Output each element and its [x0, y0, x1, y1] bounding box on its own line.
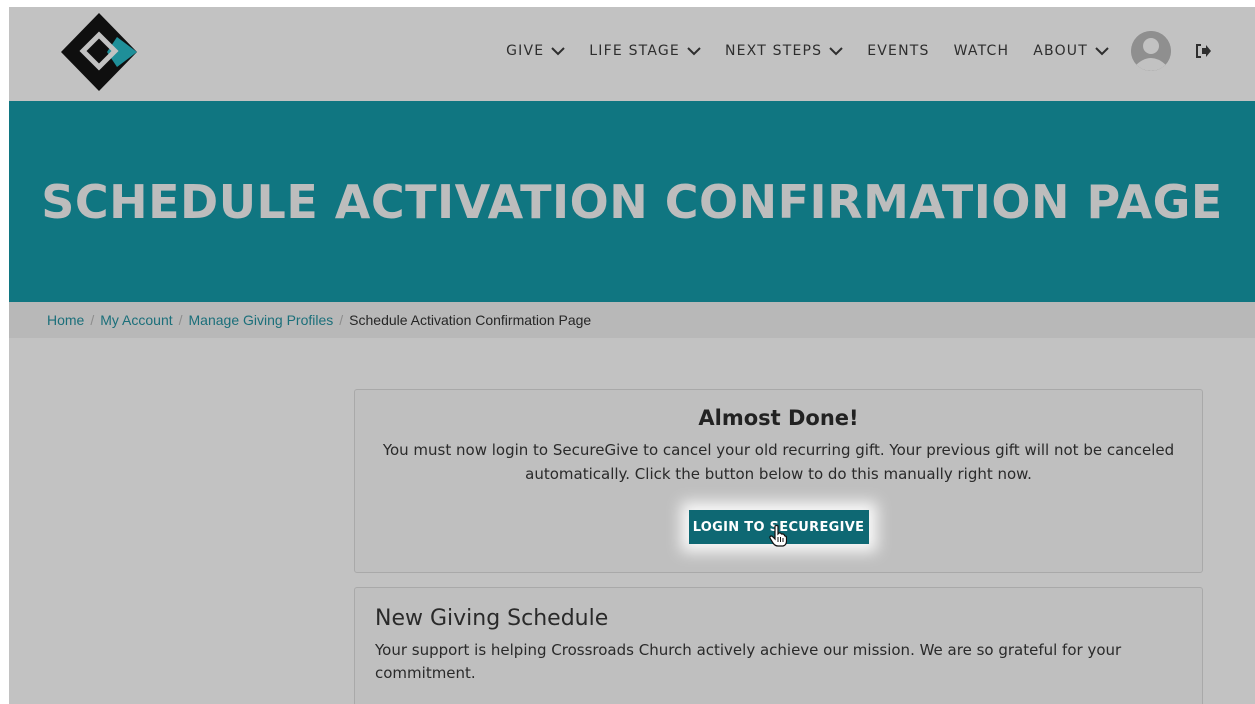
main-nav: GIVE LIFE STAGE NEXT STEPS EVENTS WATCH … — [482, 7, 1211, 95]
hand-pointer-icon — [768, 525, 787, 547]
breadcrumb-current: Schedule Activation Confirmation Page — [349, 312, 592, 328]
login-securegive-button[interactable]: LOGIN TO SECUREGIVE — [688, 510, 869, 547]
nav-life-stage[interactable]: LIFE STAGE — [589, 43, 701, 59]
nav-about[interactable]: ABOUT — [1033, 43, 1109, 59]
page-title: SCHEDULE ACTIVATION CONFIRMATION PAGE — [41, 174, 1223, 229]
hero-banner: SCHEDULE ACTIVATION CONFIRMATION PAGE — [9, 101, 1255, 302]
logo-icon[interactable] — [59, 11, 143, 93]
breadcrumb-separator: / — [339, 312, 344, 328]
chevron-down-icon — [1095, 47, 1109, 56]
chevron-down-icon — [829, 47, 843, 56]
nav-watch[interactable]: WATCH — [954, 43, 1010, 59]
nav-events[interactable]: EVENTS — [867, 43, 929, 59]
breadcrumb-separator: / — [178, 312, 183, 328]
almost-done-card: Almost Done! You must now login to Secur… — [354, 389, 1203, 573]
breadcrumb: Home / My Account / Manage Giving Profil… — [9, 302, 1255, 338]
nav-about-label: ABOUT — [1033, 43, 1088, 59]
breadcrumb-separator: / — [90, 312, 95, 328]
chevron-down-icon — [551, 47, 566, 56]
almost-done-message: You must now login to SecureGive to canc… — [382, 441, 1175, 483]
breadcrumb-home[interactable]: Home — [47, 312, 84, 328]
nav-watch-label: WATCH — [953, 43, 1010, 59]
nav-give-label: GIVE — [506, 43, 545, 59]
logout-icon[interactable] — [1195, 44, 1211, 58]
site-header: GIVE LIFE STAGE NEXT STEPS EVENTS WATCH … — [9, 7, 1255, 101]
nav-events-label: EVENTS — [867, 43, 930, 59]
chevron-down-icon — [687, 47, 701, 56]
breadcrumb-my-account[interactable]: My Account — [100, 312, 172, 328]
page-frame: GIVE LIFE STAGE NEXT STEPS EVENTS WATCH … — [9, 7, 1255, 704]
nav-give[interactable]: GIVE — [506, 43, 566, 59]
new-giving-schedule-card: New Giving Schedule Your support is help… — [354, 587, 1203, 704]
user-avatar-icon[interactable] — [1131, 31, 1171, 71]
nav-next-steps-label: NEXT STEPS — [724, 43, 823, 59]
breadcrumb-manage-giving-profiles[interactable]: Manage Giving Profiles — [189, 312, 334, 328]
new-giving-schedule-title: New Giving Schedule — [375, 606, 609, 631]
login-button-wrap: LOGIN TO SECUREGIVE — [355, 510, 1202, 547]
new-giving-schedule-message: Your support is helping Crossroads Churc… — [375, 641, 1122, 682]
nav-life-stage-label: LIFE STAGE — [589, 43, 680, 59]
almost-done-title: Almost Done! — [698, 406, 859, 430]
nav-next-steps[interactable]: NEXT STEPS — [725, 43, 843, 59]
